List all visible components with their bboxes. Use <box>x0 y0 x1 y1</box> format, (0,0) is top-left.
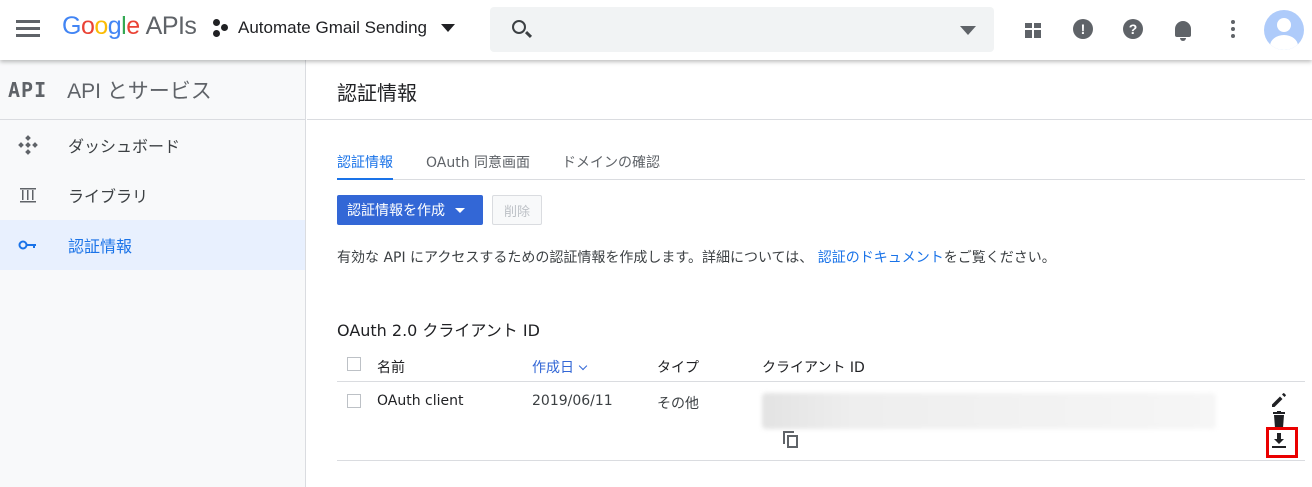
pencil-icon[interactable] <box>1267 389 1291 411</box>
auth-docs-link[interactable]: 認証のドキュメント <box>818 250 944 266</box>
page-title: 認証情報 <box>337 81 417 105</box>
gift-icon[interactable] <box>1022 18 1044 40</box>
search-dropdown-icon[interactable] <box>960 26 976 35</box>
tab-bar: 認証情報 OAuth 同意画面 ドメインの確認 <box>337 150 1305 180</box>
select-all-checkbox[interactable] <box>347 357 361 371</box>
sort-arrow-icon <box>578 361 588 371</box>
logo-letter: o <box>80 12 95 40</box>
sidebar-item-dashboard[interactable]: ダッシュボード <box>0 120 305 170</box>
main-content: 認証情報 認証情報 OAuth 同意画面 ドメインの確認 認証情報を作成 削除 … <box>307 60 1312 487</box>
row-checkbox[interactable] <box>347 394 361 408</box>
logo-letter: e <box>126 12 140 40</box>
page-header: 認証情報 <box>307 60 1312 120</box>
hamburger-icon[interactable] <box>16 20 40 38</box>
sidebar-item-label: ライブラリ <box>68 187 149 206</box>
project-name: Automate Gmail Sending <box>238 18 427 37</box>
sidebar-header: API API とサービス <box>0 60 305 120</box>
tab-credentials[interactable]: 認証情報 <box>337 152 393 180</box>
table-row: OAuth client 2019/06/11 その他 <box>337 383 1305 461</box>
table-header: 名前 作成日 タイプ クライアント ID <box>337 348 1305 382</box>
tab-domain-verification[interactable]: ドメインの確認 <box>562 152 660 180</box>
help-icon[interactable]: ? <box>1122 18 1144 40</box>
search-icon <box>512 20 526 34</box>
google-apis-logo[interactable]: Google APIs <box>62 12 197 41</box>
top-bar: Google APIs Automate Gmail Sending ! ? <box>0 0 1312 60</box>
delete-button[interactable]: 削除 <box>492 195 542 225</box>
project-selector[interactable]: Automate Gmail Sending <box>212 18 455 38</box>
dashboard-icon <box>18 135 38 155</box>
key-icon <box>18 235 38 255</box>
column-header-type[interactable]: タイプ <box>657 357 699 377</box>
tab-oauth-consent[interactable]: OAuth 同意画面 <box>426 152 530 180</box>
column-header-created[interactable]: 作成日 <box>532 357 588 377</box>
row-type: その他 <box>657 396 699 412</box>
logo-letter: G <box>62 12 81 40</box>
copy-icon[interactable] <box>783 431 799 449</box>
bell-icon[interactable] <box>1172 18 1194 41</box>
library-icon <box>18 185 38 205</box>
more-vert-icon[interactable] <box>1222 18 1244 40</box>
description-part: をご覧ください。 <box>943 250 1056 266</box>
create-credentials-button[interactable]: 認証情報を作成 <box>337 195 483 225</box>
section-title: OAuth 2.0 クライアント ID <box>337 321 540 340</box>
chevron-down-icon <box>455 207 465 213</box>
download-highlight-box <box>1266 427 1298 458</box>
column-header-label: 作成日 <box>532 360 574 376</box>
search-bar[interactable] <box>490 7 994 52</box>
column-header-name[interactable]: 名前 <box>377 357 405 377</box>
sidebar: API API とサービス ダッシュボード ライブラリ 認証情報 <box>0 60 306 487</box>
logo-letter: o <box>94 12 108 40</box>
logo-apis-text: APIs <box>145 12 197 40</box>
sidebar-item-label: ダッシュボード <box>68 137 181 156</box>
chevron-down-icon <box>441 24 455 32</box>
project-icon <box>212 18 230 38</box>
sidebar-title: API とサービス <box>67 79 212 103</box>
client-id-value-redacted <box>762 393 1216 429</box>
row-created-date: 2019/06/11 <box>532 393 613 409</box>
row-name-link[interactable]: OAuth client <box>377 393 464 409</box>
api-logo-icon: API <box>8 77 48 102</box>
description-text: 有効な API にアクセスするための認証情報を作成します。詳細については、 認証… <box>337 247 1056 267</box>
column-header-client-id[interactable]: クライアント ID <box>762 357 865 377</box>
account-avatar[interactable] <box>1264 10 1304 50</box>
sidebar-item-label: 認証情報 <box>68 237 133 256</box>
create-credentials-label: 認証情報を作成 <box>347 203 445 219</box>
search-input[interactable] <box>546 7 946 52</box>
sidebar-item-credentials[interactable]: 認証情報 <box>0 220 305 270</box>
feedback-icon[interactable]: ! <box>1072 18 1094 40</box>
description-part: 有効な API にアクセスするための認証情報を作成します。詳細については、 <box>337 250 818 266</box>
sidebar-item-library[interactable]: ライブラリ <box>0 170 305 220</box>
logo-letter: g <box>107 12 122 40</box>
